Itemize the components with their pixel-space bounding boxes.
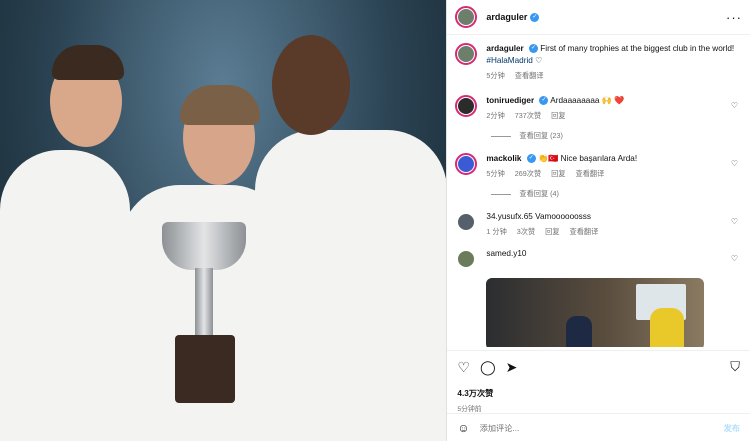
comment-input[interactable]: 添加评论... [480,422,520,434]
caption: ardaguler ✓ First of many trophies at th… [455,43,742,82]
comment-avatar[interactable] [455,153,478,175]
comment-media-preview[interactable] [486,278,705,347]
verified-badge-icon: ✓ [529,44,538,54]
post-photo[interactable] [0,0,447,441]
verified-badge-icon: ✓ [530,12,540,22]
caption-time: 5分钟 [486,71,505,80]
hashtag-link[interactable]: #HalaMadrid [486,56,532,65]
caption-emoji: ♡ [535,56,543,65]
comment-heart-icon[interactable]: ♡ [731,159,738,168]
player-left-hair [52,45,124,80]
emoji-icon[interactable]: ☺ [457,421,469,435]
view-replies[interactable]: 查看回复 (4) [491,189,742,199]
comment-avatar[interactable] [455,95,478,117]
caption-avatar[interactable] [455,43,478,65]
verified-badge-icon: ✓ [526,154,536,164]
trophy [162,222,246,270]
comment-time: 1 分钟 [486,227,507,236]
comment-text: Ardaaaaaaaa 🙌 ❤️ [550,96,625,105]
header-username[interactable]: ardaguler [486,12,527,22]
comment-avatar[interactable] [455,248,478,270]
comments-list[interactable]: ardaguler ✓ First of many trophies at th… [447,35,750,347]
preview-person-2 [566,316,593,347]
comment-likes[interactable]: 3次赞 [517,227,535,236]
comment-item: mackolik ✓ 👏🇹🇷 Nice başarılara Arda! 5分钟… [455,153,742,180]
share-icon[interactable]: ➤ [506,359,518,376]
comment-likes[interactable]: 269次赞 [515,169,541,178]
caption-translate[interactable]: 查看翻译 [515,71,544,80]
comment-box: ☺ 添加评论... 发布 [447,413,750,442]
trophy-stem [195,268,213,338]
view-replies-label[interactable]: 查看回复 (23) [519,131,563,141]
comment-likes[interactable]: 737次赞 [515,111,541,120]
comment-reply-button[interactable]: 回复 [545,227,559,236]
player-middle-hair [180,85,260,125]
preview-person [650,308,685,347]
likes-count[interactable]: 4.3万次赞 [457,387,740,399]
comment-time: 5分钟 [486,169,505,178]
view-replies[interactable]: 查看回复 (23) [491,131,742,141]
comment-username[interactable]: 34.yusufx.65 [486,212,532,221]
player-right [255,130,447,441]
comment-reply-button[interactable]: 回复 [551,169,565,178]
comment-username[interactable]: toniruediger [486,96,534,105]
comment-translate[interactable]: 查看翻译 [570,227,599,236]
caption-username[interactable]: ardaguler [486,44,523,53]
view-replies-label[interactable]: 查看回复 (4) [519,189,559,199]
more-dots-icon[interactable]: ··· [726,10,742,25]
comment-item: toniruediger ✓ Ardaaaaaaaa 🙌 ❤️ 2分钟 737次赞… [455,95,742,122]
comment-icon[interactable]: ◯ [480,359,496,376]
trophy-base [175,335,235,403]
post-panel: ardaguler ✓ ··· ardaguler ✓ First of man… [446,0,750,441]
comment-username[interactable]: mackolik [486,154,521,163]
post-button[interactable]: 发布 [724,422,740,434]
player-right-head [272,35,350,135]
comment-heart-icon[interactable]: ♡ [731,217,738,226]
comment-translate[interactable]: 查看翻译 [576,169,605,178]
comment-heart-icon[interactable]: ♡ [731,254,738,263]
comment-text: 👏🇹🇷 Nice başarılara Arda! [538,154,638,163]
bookmark-icon[interactable]: ⛉ [730,359,740,375]
post-actions: ♡ ◯ ➤ ⛉ 4.3万次赞 5分钟前 [447,350,750,413]
post-header: ardaguler ✓ ··· [447,0,750,35]
heart-icon[interactable]: ♡ [457,359,470,376]
comment-avatar[interactable] [455,211,478,233]
caption-text: First of many trophies at the biggest cl… [540,44,735,53]
comment-time: 2分钟 [486,111,505,120]
comment-heart-icon[interactable]: ♡ [731,101,738,110]
player-left [0,150,130,441]
avatar[interactable] [455,6,478,28]
comment-item: 34.yusufx.65 Vamoooooosss 1 分钟 3次赞 回复 查看翻译 … [455,211,742,238]
comment-text: Vamoooooosss [535,212,591,221]
verified-badge-icon: ✓ [539,96,549,106]
comment-reply-button[interactable]: 回复 [551,111,565,120]
post-time: 5分钟前 [457,406,482,413]
comment-item: samed.y10 ♡ [455,248,742,270]
comment-username[interactable]: samed.y10 [486,249,526,258]
